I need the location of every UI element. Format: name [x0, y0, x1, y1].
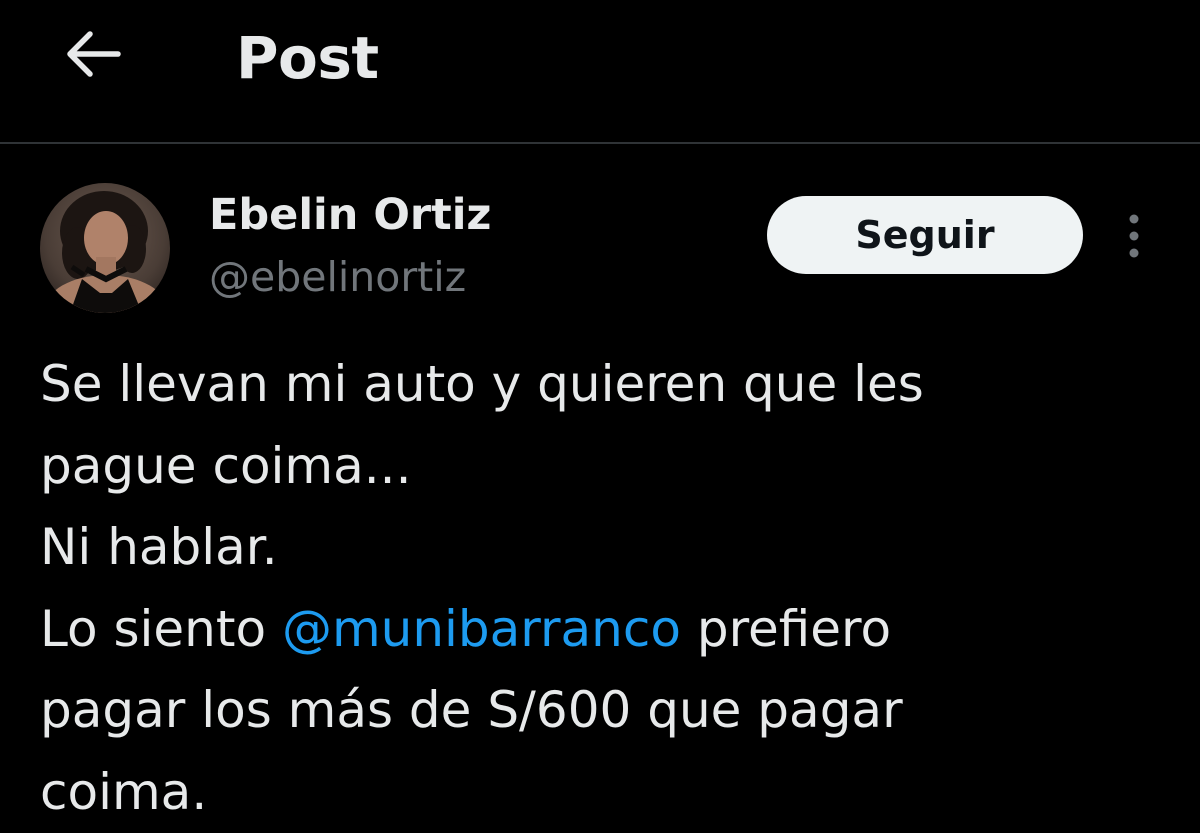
avatar[interactable]	[40, 183, 170, 313]
more-vertical-icon	[1112, 206, 1156, 266]
tweet-line: coima.	[40, 752, 1180, 833]
tweet-text-segment: prefiero	[681, 600, 891, 658]
follow-button[interactable]: Seguir	[767, 196, 1083, 274]
tweet-line: pagar los más de S/600 que pagar	[40, 670, 1180, 752]
tweet-text-segment: Lo siento	[40, 600, 282, 658]
top-bar: Post	[0, 0, 1200, 144]
more-options-button[interactable]	[1112, 206, 1156, 266]
arrow-left-icon	[62, 29, 122, 79]
author-handle[interactable]: @ebelinortiz	[209, 250, 466, 304]
tweet-line: Lo siento @munibarranco prefiero	[40, 589, 1180, 671]
mention-link[interactable]: @munibarranco	[282, 600, 681, 658]
tweet-line: pague coima...	[40, 426, 1180, 508]
back-button[interactable]	[52, 18, 132, 90]
tweet-line: Se llevan mi auto y quieren que les	[40, 344, 1180, 426]
user-avatar-photo	[40, 183, 170, 313]
tweet-text: Se llevan mi auto y quieren que les pagu…	[40, 344, 1180, 833]
tweet-line: Ni hablar.	[40, 507, 1180, 589]
author-name[interactable]: Ebelin Ortiz	[209, 188, 491, 242]
page-title: Post	[236, 22, 379, 94]
